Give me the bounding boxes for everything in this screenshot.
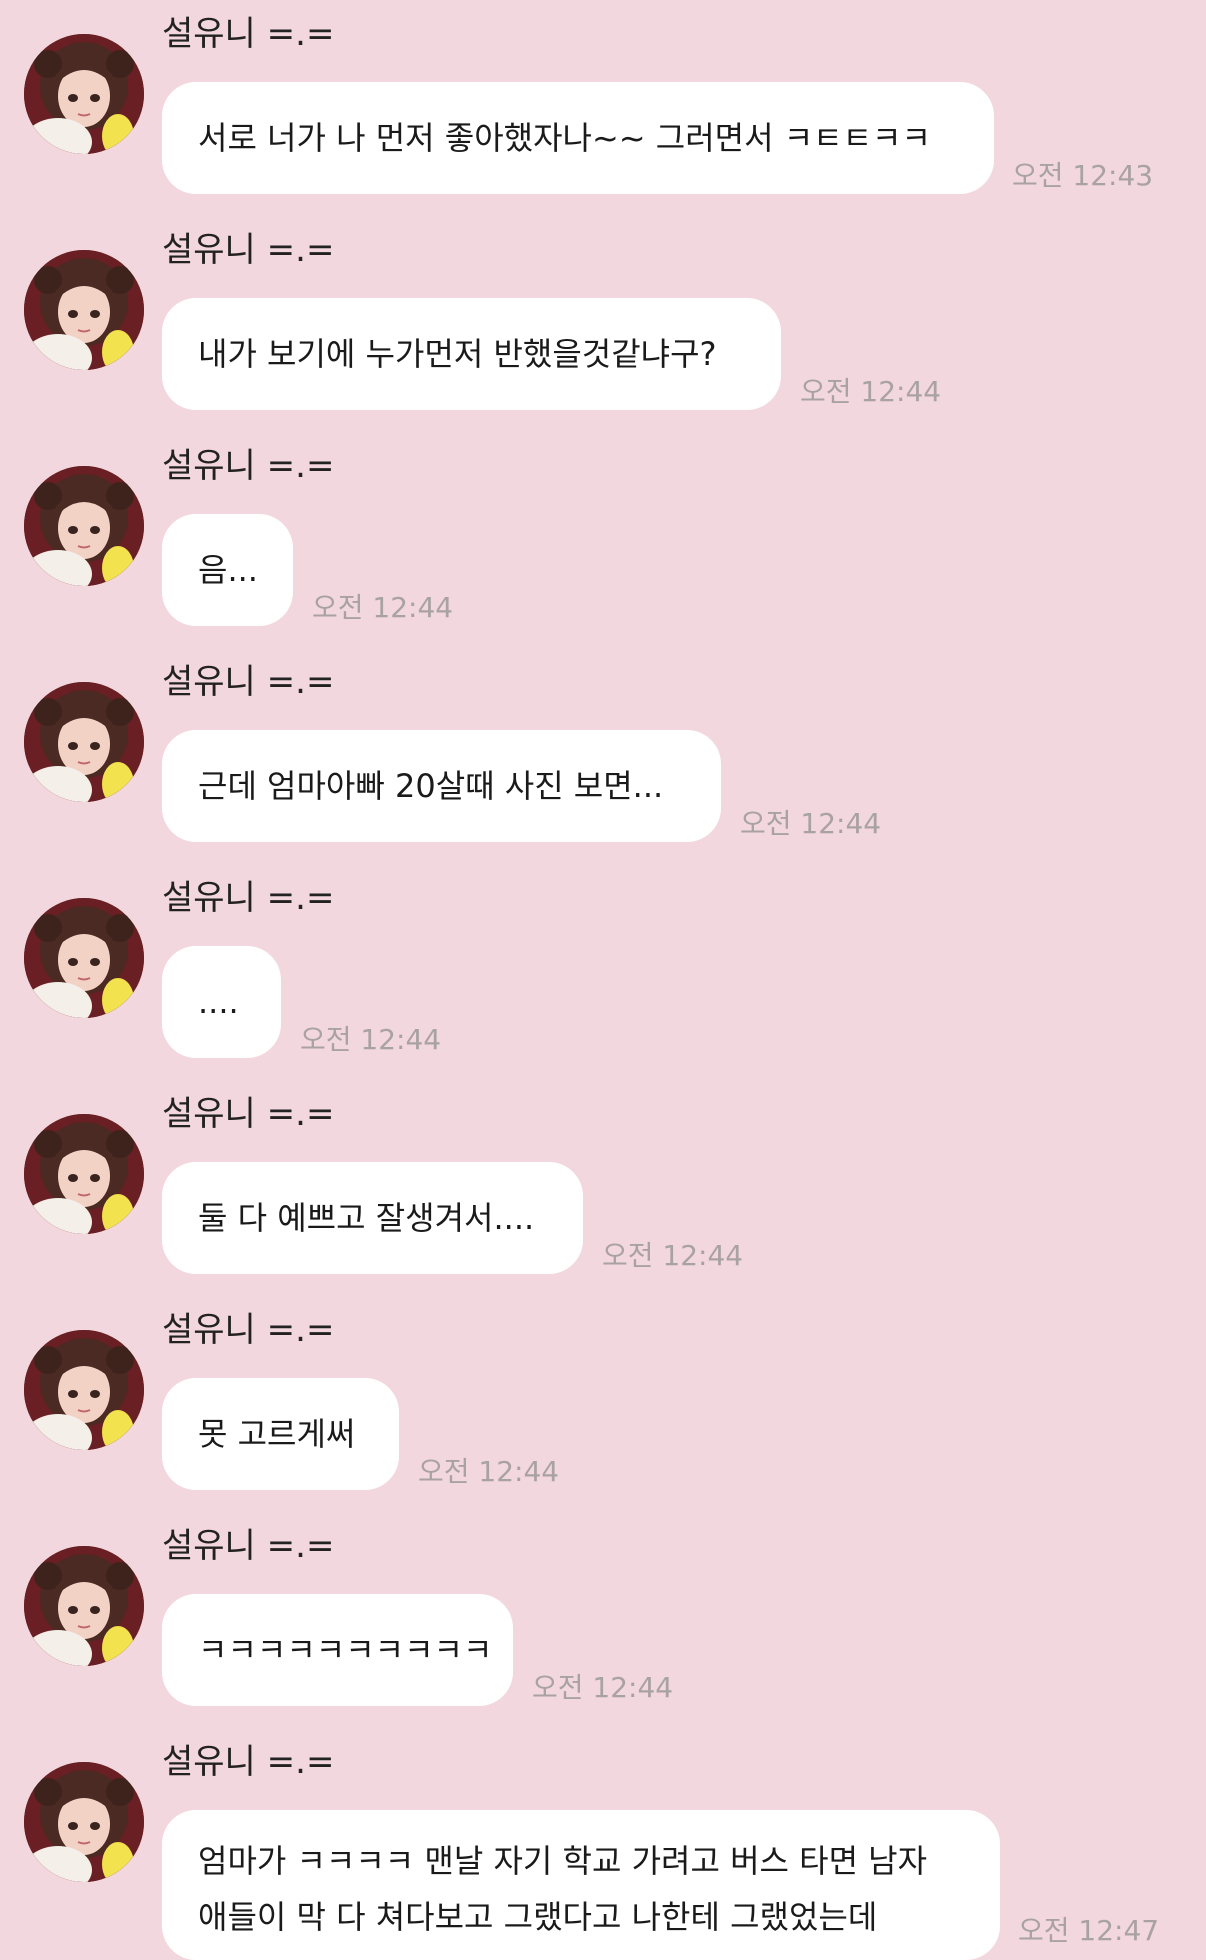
message-bubble[interactable]: .... [162, 946, 281, 1058]
message-text: 둘 다 예쁘고 잘생겨서.... [198, 1199, 535, 1237]
message-time: 오전 12:44 [740, 807, 882, 840]
message-time: 오전 12:44 [602, 1239, 744, 1272]
message-time: 오전 12:44 [300, 1023, 442, 1056]
sender-name: 설유니 =.= [162, 446, 335, 486]
message-time: 오전 12:44 [312, 591, 454, 624]
message-time: 오전 12:47 [1018, 1914, 1160, 1947]
sender-name: 설유니 =.= [162, 1310, 335, 1350]
sender-name: 설유니 =.= [162, 14, 335, 54]
sender-name: 설유니 =.= [162, 230, 335, 270]
message-time: 오전 12:44 [418, 1455, 560, 1488]
message-row: 설유니 =.= ㅋㅋㅋㅋㅋㅋㅋㅋㅋㅋ 오전 12:44 [0, 1524, 1206, 1706]
avatar[interactable] [24, 466, 144, 586]
message-row: 설유니 =.= .... 오전 12:44 [0, 876, 1206, 1058]
avatar[interactable] [24, 1114, 144, 1234]
sender-name: 설유니 =.= [162, 1742, 335, 1782]
message-text: 서로 너가 나 먼저 좋아했자나~~ 그러면서 ㅋㅌㅌㅋㅋ [198, 119, 931, 157]
sender-name: 설유니 =.= [162, 662, 335, 702]
message-bubble[interactable]: 음... [162, 514, 293, 626]
avatar[interactable] [24, 1546, 144, 1666]
message-text: 엄마가 ㅋㅋㅋㅋ 맨날 자기 학교 가려고 버스 타면 남자 애들이 막 다 쳐… [198, 1842, 928, 1936]
avatar[interactable] [24, 250, 144, 370]
message-text: .... [198, 983, 239, 1021]
message-text: 못 고르게써 [198, 1415, 356, 1453]
message-time: 오전 12:44 [800, 375, 942, 408]
message-text: 내가 보기에 누가먼저 반했을것같냐구? [198, 335, 717, 373]
message-bubble[interactable]: 못 고르게써 [162, 1378, 399, 1490]
message-time: 오전 12:43 [1012, 159, 1154, 192]
chat-message-list[interactable]: 설유니 =.= 서로 너가 나 먼저 좋아했자나~~ 그러면서 ㅋㅌㅌㅋㅋ 오전… [0, 0, 1206, 1960]
message-row: 설유니 =.= 내가 보기에 누가먼저 반했을것같냐구? 오전 12:44 [0, 228, 1206, 410]
message-text: 음... [198, 551, 258, 589]
message-text: 근데 엄마아빠 20살때 사진 보면... [198, 767, 664, 805]
message-row: 설유니 =.= 엄마가 ㅋㅋㅋㅋ 맨날 자기 학교 가려고 버스 타면 남자 애… [0, 1740, 1206, 1960]
message-row: 설유니 =.= 못 고르게써 오전 12:44 [0, 1308, 1206, 1490]
avatar[interactable] [24, 1330, 144, 1450]
avatar[interactable] [24, 34, 144, 154]
sender-name: 설유니 =.= [162, 1526, 335, 1566]
message-row: 설유니 =.= 근데 엄마아빠 20살때 사진 보면... 오전 12:44 [0, 660, 1206, 842]
message-bubble[interactable]: 서로 너가 나 먼저 좋아했자나~~ 그러면서 ㅋㅌㅌㅋㅋ [162, 82, 994, 194]
message-row: 설유니 =.= 둘 다 예쁘고 잘생겨서.... 오전 12:44 [0, 1092, 1206, 1274]
message-bubble[interactable]: 엄마가 ㅋㅋㅋㅋ 맨날 자기 학교 가려고 버스 타면 남자 애들이 막 다 쳐… [162, 1810, 1000, 1960]
avatar[interactable] [24, 682, 144, 802]
sender-name: 설유니 =.= [162, 878, 335, 918]
message-time: 오전 12:44 [532, 1671, 674, 1704]
message-row: 설유니 =.= 서로 너가 나 먼저 좋아했자나~~ 그러면서 ㅋㅌㅌㅋㅋ 오전… [0, 12, 1206, 194]
avatar[interactable] [24, 898, 144, 1018]
message-row: 설유니 =.= 음... 오전 12:44 [0, 444, 1206, 626]
avatar[interactable] [24, 1762, 144, 1882]
message-bubble[interactable]: 내가 보기에 누가먼저 반했을것같냐구? [162, 298, 781, 410]
message-bubble[interactable]: ㅋㅋㅋㅋㅋㅋㅋㅋㅋㅋ [162, 1594, 513, 1706]
message-bubble[interactable]: 근데 엄마아빠 20살때 사진 보면... [162, 730, 721, 842]
message-text: ㅋㅋㅋㅋㅋㅋㅋㅋㅋㅋ [198, 1631, 493, 1669]
message-bubble[interactable]: 둘 다 예쁘고 잘생겨서.... [162, 1162, 583, 1274]
sender-name: 설유니 =.= [162, 1094, 335, 1134]
